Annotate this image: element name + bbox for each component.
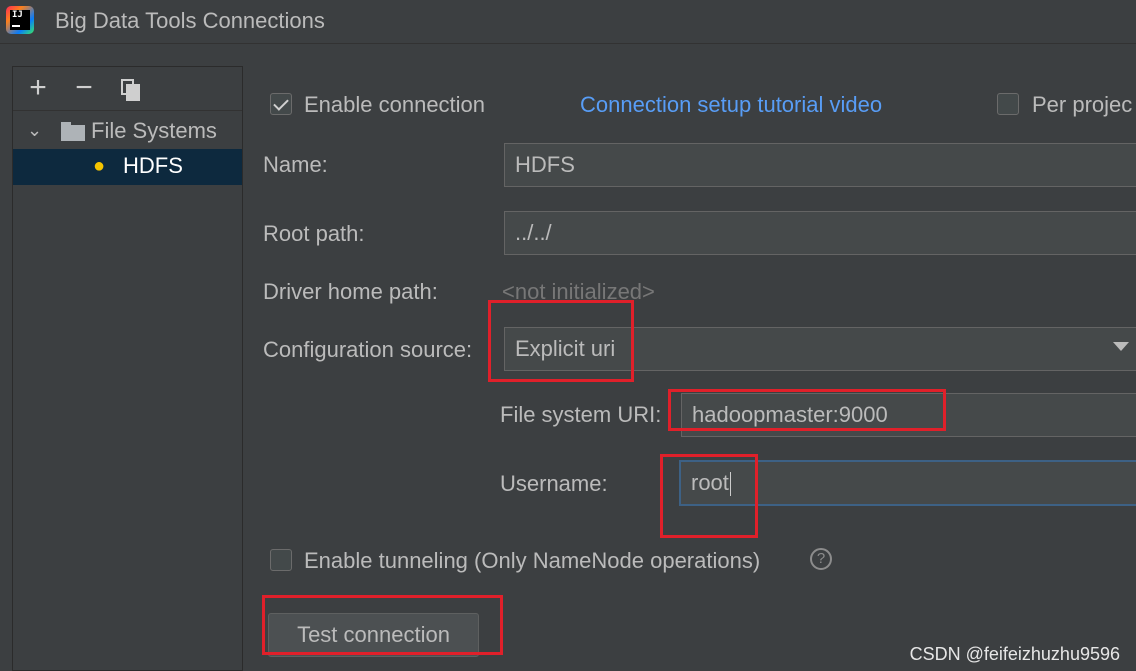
root-path-input[interactable]: ../../ — [504, 211, 1136, 255]
configuration-source-dropdown[interactable]: Explicit uri — [504, 327, 1136, 371]
tree-item-file-systems[interactable]: ⌄ File Systems — [13, 114, 242, 150]
folder-icon — [61, 122, 85, 141]
tree-item-label: File Systems — [91, 118, 217, 143]
file-system-uri-input[interactable]: hadoopmaster:9000 — [681, 393, 1136, 437]
intellij-app-icon: IJ — [6, 6, 34, 34]
username-label: Username: — [500, 471, 608, 496]
title-bar: IJ Big Data Tools Connections — [0, 0, 1136, 44]
per-project-checkbox[interactable] — [997, 93, 1019, 115]
enable-connection-checkbox[interactable] — [270, 93, 292, 115]
file-system-uri-label: File system URI: — [500, 402, 662, 427]
dropdown-arrow-icon[interactable] — [1113, 342, 1129, 351]
username-input[interactable]: root — [679, 460, 1136, 506]
name-label: Name: — [263, 152, 328, 177]
driver-home-path-value: <not initialized> — [502, 279, 655, 304]
tree-item-hdfs[interactable]: ● HDFS — [13, 149, 242, 185]
sidebar-toolbar: + − — [13, 67, 242, 111]
test-connection-button[interactable]: Test connection — [268, 613, 479, 657]
connections-sidebar: + − ⌄ File Systems ● HDFS — [12, 66, 243, 671]
watermark: CSDN @feifeizhuzhu9596 — [909, 644, 1120, 664]
configuration-source-value: Explicit uri — [515, 336, 616, 361]
driver-home-path-label: Driver home path: — [263, 279, 438, 304]
remove-icon[interactable]: − — [69, 73, 99, 103]
enable-tunneling-label: Enable tunneling (Only NameNode operatio… — [304, 548, 761, 573]
enable-connection-label: Enable connection — [304, 92, 486, 117]
copy-icon[interactable] — [119, 79, 143, 103]
chevron-down-icon[interactable]: ⌄ — [27, 120, 42, 141]
window-title: Big Data Tools Connections — [55, 8, 325, 33]
per-project-label: Per projec — [1032, 92, 1133, 117]
tree-item-label: HDFS — [123, 153, 183, 178]
text-caret — [729, 472, 731, 497]
configuration-source-label: Configuration source: — [263, 337, 473, 362]
hadoop-elephant-icon: ● — [93, 155, 106, 177]
help-icon[interactable]: ? — [810, 548, 832, 570]
tutorial-video-link[interactable]: Connection setup tutorial video — [580, 92, 882, 118]
add-icon[interactable]: + — [23, 73, 53, 103]
root-path-label: Root path: — [263, 221, 365, 246]
username-value: root — [691, 470, 729, 495]
enable-tunneling-checkbox[interactable] — [270, 549, 292, 571]
name-input[interactable]: HDFS — [504, 143, 1136, 187]
